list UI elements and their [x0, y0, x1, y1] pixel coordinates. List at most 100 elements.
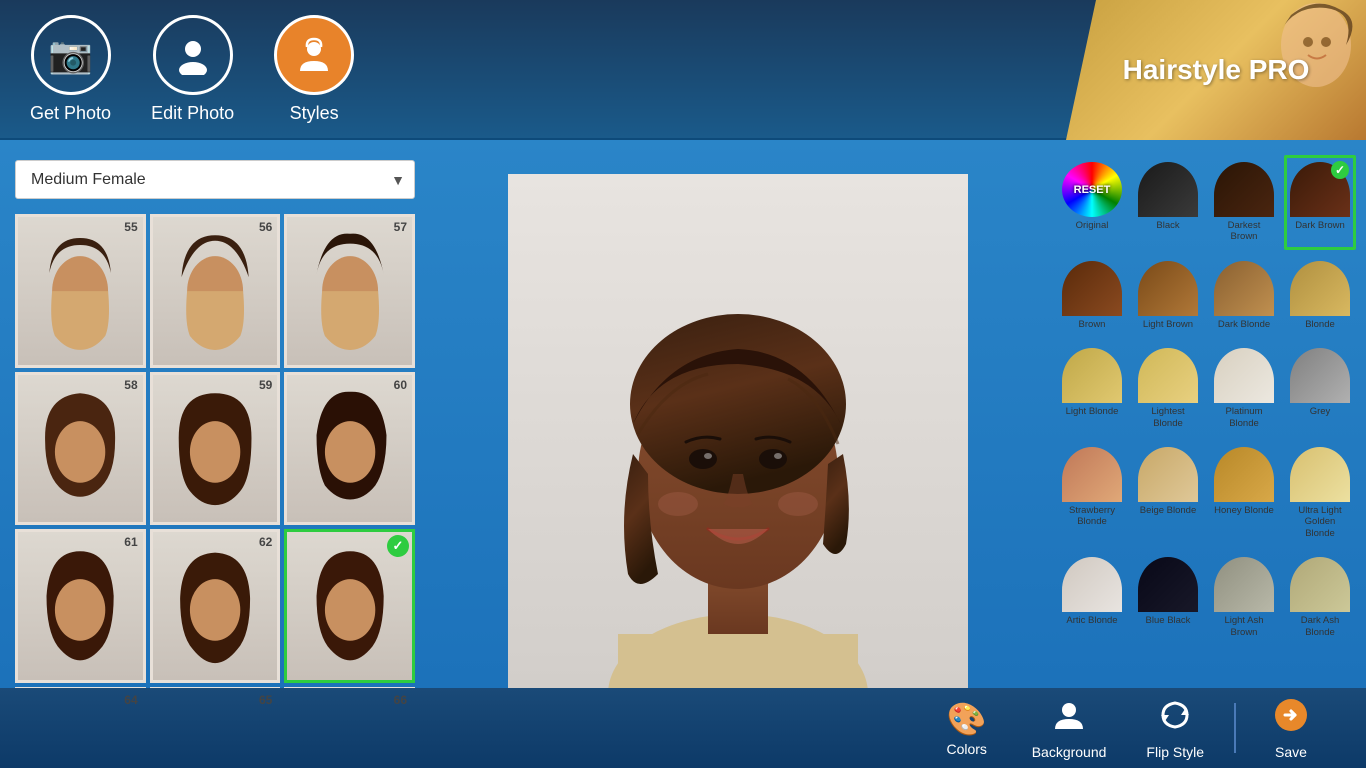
color-beige-blonde[interactable]: Beige Blonde: [1132, 440, 1204, 546]
light-ash-brown-swatch: [1214, 557, 1274, 612]
flip-style-button[interactable]: Flip Style: [1126, 692, 1224, 765]
style-item-55[interactable]: 55: [15, 214, 146, 368]
color-label-platinum-blonde: Platinum Blonde: [1213, 406, 1275, 429]
color-label-dark-ash-blonde: Dark Ash Blonde: [1289, 615, 1351, 638]
beige-blonde-swatch: [1138, 447, 1198, 502]
blonde-swatch: [1290, 261, 1350, 316]
dark-ash-blonde-swatch: [1290, 557, 1350, 612]
color-dark-brown[interactable]: Dark Brown: [1284, 155, 1356, 250]
color-light-brown[interactable]: Light Brown: [1132, 254, 1204, 337]
colors-button[interactable]: 🎨 Colors: [922, 695, 1012, 762]
style-number-62: 62: [259, 535, 272, 549]
color-label-strawberry-blonde: Strawberry Blonde: [1061, 505, 1123, 528]
reset-text: RESET: [1074, 184, 1111, 196]
right-panel: RESET Original Black Darkest Brown Dark …: [1046, 140, 1366, 768]
artic-blonde-swatch: [1062, 557, 1122, 612]
color-label-brown: Brown: [1079, 319, 1106, 330]
nav-get-photo[interactable]: 📷 Get Photo: [30, 15, 111, 124]
grey-swatch: [1290, 348, 1350, 403]
style-number-59: 59: [259, 378, 272, 392]
styles-icon: [274, 15, 354, 95]
style-category-dropdown-container: Short Female Medium Female Long Female S…: [15, 160, 415, 199]
top-bar: 📷 Get Photo Edit Photo Styles Hairstyle …: [0, 0, 1366, 140]
color-label-grey: Grey: [1310, 406, 1331, 417]
style-item-58[interactable]: 58: [15, 372, 146, 526]
app-title: Hairstyle PRO: [1123, 54, 1310, 86]
edit-photo-label: Edit Photo: [151, 103, 234, 124]
style-number-56: 56: [259, 220, 272, 234]
color-blue-black[interactable]: Blue Black: [1132, 550, 1204, 645]
style-item-61[interactable]: 61: [15, 529, 146, 683]
color-artic-blonde[interactable]: Artic Blonde: [1056, 550, 1128, 645]
color-dark-ash-blonde[interactable]: Dark Ash Blonde: [1284, 550, 1356, 645]
style-item-59[interactable]: 59: [150, 372, 281, 526]
color-label-lightest-blonde: Lightest Blonde: [1137, 406, 1199, 429]
nav-styles[interactable]: Styles: [274, 15, 354, 124]
color-dark-blonde[interactable]: Dark Blonde: [1208, 254, 1280, 337]
style-number-66: 66: [394, 693, 407, 707]
style-number-57: 57: [394, 220, 407, 234]
style-item-63[interactable]: ✓: [284, 529, 415, 683]
color-blonde[interactable]: Blonde: [1284, 254, 1356, 337]
color-label-light-brown: Light Brown: [1143, 319, 1193, 330]
style-item-62[interactable]: 62: [150, 529, 281, 683]
edit-photo-icon: [153, 15, 233, 95]
get-photo-label: Get Photo: [30, 103, 111, 124]
preview-area: [508, 174, 968, 734]
style-number-64: 64: [124, 693, 137, 707]
color-black[interactable]: Black: [1132, 155, 1204, 250]
save-icon: [1273, 697, 1309, 741]
background-label: Background: [1032, 744, 1107, 760]
style-item-57[interactable]: 57: [284, 214, 415, 368]
color-light-ash-brown[interactable]: Light Ash Brown: [1208, 550, 1280, 645]
color-label-light-ash-brown: Light Ash Brown: [1213, 615, 1275, 638]
color-lightest-blonde[interactable]: Lightest Blonde: [1132, 341, 1204, 436]
ultra-light-golden-blonde-swatch: [1290, 447, 1350, 502]
colors-grid: RESET Original Black Darkest Brown Dark …: [1056, 155, 1356, 645]
main-content: Short Female Medium Female Long Female S…: [0, 140, 1366, 768]
style-number-65: 65: [259, 693, 272, 707]
light-brown-swatch: [1138, 261, 1198, 316]
colors-label: Colors: [946, 741, 986, 757]
color-honey-blonde[interactable]: Honey Blonde: [1208, 440, 1280, 546]
color-label-dark-brown: Dark Brown: [1295, 220, 1345, 231]
original-swatch: RESET: [1062, 162, 1122, 217]
bottom-bar: 🎨 Colors Background Flip Style: [0, 688, 1366, 768]
get-photo-icon: 📷: [31, 15, 111, 95]
color-ultra-light-golden-blonde[interactable]: Ultra Light Golden Blonde: [1284, 440, 1356, 546]
color-brown[interactable]: Brown: [1056, 254, 1128, 337]
color-platinum-blonde[interactable]: Platinum Blonde: [1208, 341, 1280, 436]
color-label-black: Black: [1156, 220, 1179, 231]
brown-swatch: [1062, 261, 1122, 316]
color-label-beige-blonde: Beige Blonde: [1140, 505, 1197, 516]
preview-image: [508, 174, 968, 734]
logo-area: Hairstyle PRO: [1066, 0, 1366, 140]
color-grey[interactable]: Grey: [1284, 341, 1356, 436]
background-button[interactable]: Background: [1012, 692, 1127, 765]
lightest-blonde-swatch: [1138, 348, 1198, 403]
color-label-blue-black: Blue Black: [1146, 615, 1191, 626]
flip-style-label: Flip Style: [1146, 744, 1204, 760]
color-strawberry-blonde[interactable]: Strawberry Blonde: [1056, 440, 1128, 546]
bottom-divider: [1234, 703, 1236, 753]
color-label-blonde: Blonde: [1305, 319, 1335, 330]
styles-label: Styles: [290, 103, 339, 124]
nav-edit-photo[interactable]: Edit Photo: [151, 15, 234, 124]
style-number-61: 61: [124, 535, 137, 549]
style-item-60[interactable]: 60: [284, 372, 415, 526]
style-number-60: 60: [394, 378, 407, 392]
color-label-ultra-light-golden-blonde: Ultra Light Golden Blonde: [1289, 505, 1351, 539]
color-label-dark-blonde: Dark Blonde: [1218, 319, 1270, 330]
color-light-blonde[interactable]: Light Blonde: [1056, 341, 1128, 436]
colors-icon: 🎨: [947, 700, 987, 738]
strawberry-blonde-swatch: [1062, 447, 1122, 502]
color-label-artic-blonde: Artic Blonde: [1066, 615, 1117, 626]
style-number-55: 55: [124, 220, 137, 234]
color-label-original: Original: [1076, 220, 1109, 231]
color-original[interactable]: RESET Original: [1056, 155, 1128, 250]
left-panel: Short Female Medium Female Long Female S…: [0, 140, 430, 768]
style-category-dropdown[interactable]: Short Female Medium Female Long Female S…: [15, 160, 415, 199]
style-item-56[interactable]: 56: [150, 214, 281, 368]
color-darkest-brown[interactable]: Darkest Brown: [1208, 155, 1280, 250]
save-button[interactable]: Save: [1246, 692, 1336, 765]
